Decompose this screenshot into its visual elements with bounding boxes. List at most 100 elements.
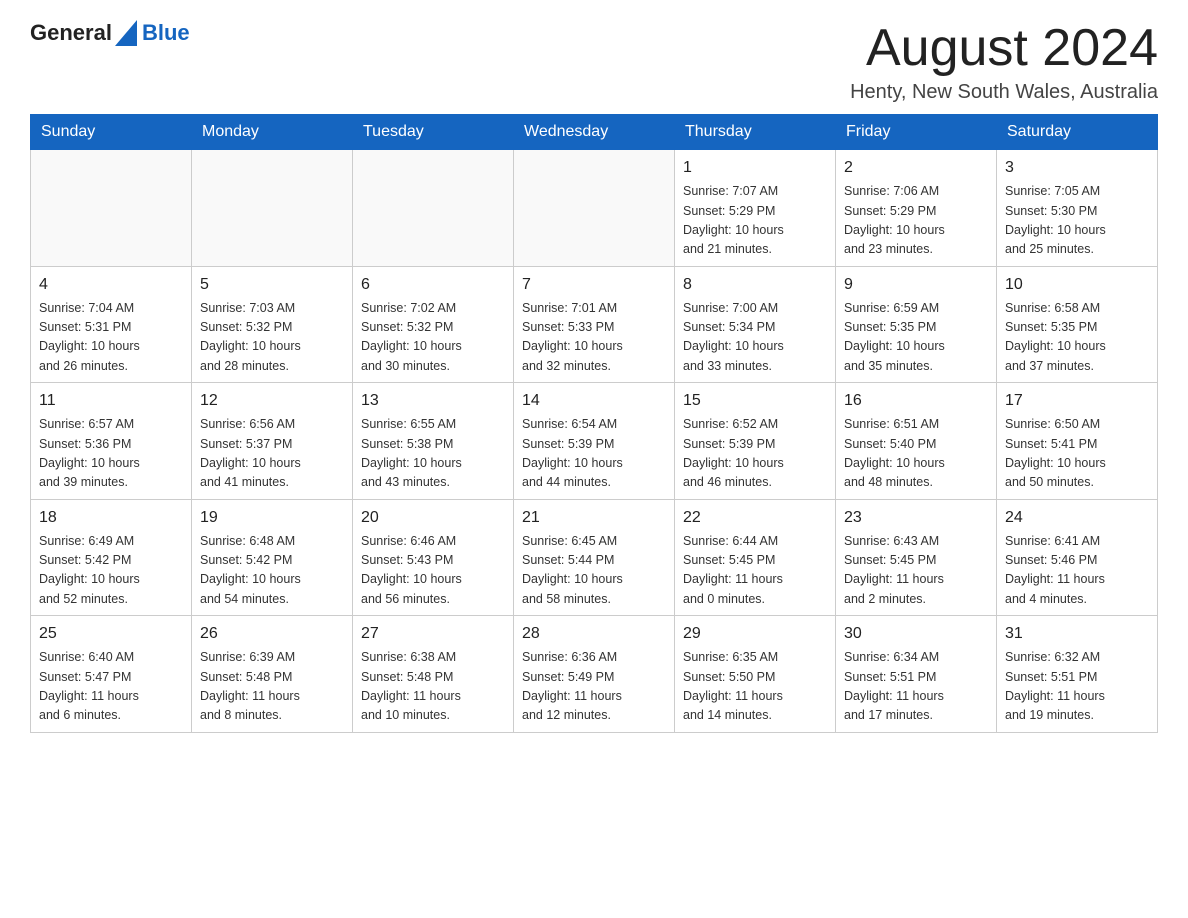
calendar-cell: 7Sunrise: 7:01 AMSunset: 5:33 PMDaylight…: [514, 266, 675, 383]
calendar-table: SundayMondayTuesdayWednesdayThursdayFrid…: [30, 114, 1158, 733]
day-number: 23: [844, 506, 988, 530]
calendar-cell: [514, 150, 675, 267]
title-block: August 2024 Henty, New South Wales, Aust…: [850, 20, 1158, 104]
calendar-cell: 30Sunrise: 6:34 AMSunset: 5:51 PMDayligh…: [836, 616, 997, 733]
calendar-cell: 8Sunrise: 7:00 AMSunset: 5:34 PMDaylight…: [675, 266, 836, 383]
calendar-cell: 24Sunrise: 6:41 AMSunset: 5:46 PMDayligh…: [997, 499, 1158, 616]
calendar-cell: 9Sunrise: 6:59 AMSunset: 5:35 PMDaylight…: [836, 266, 997, 383]
day-info: Sunrise: 7:04 AMSunset: 5:31 PMDaylight:…: [39, 299, 183, 377]
calendar-cell: 16Sunrise: 6:51 AMSunset: 5:40 PMDayligh…: [836, 383, 997, 500]
calendar-cell: 22Sunrise: 6:44 AMSunset: 5:45 PMDayligh…: [675, 499, 836, 616]
weekday-header-monday: Monday: [192, 115, 353, 150]
day-number: 15: [683, 389, 827, 413]
page-header: General Blue August 2024 Henty, New Sout…: [30, 20, 1158, 104]
day-info: Sunrise: 6:54 AMSunset: 5:39 PMDaylight:…: [522, 415, 666, 493]
calendar-cell: [192, 150, 353, 267]
day-info: Sunrise: 6:36 AMSunset: 5:49 PMDaylight:…: [522, 648, 666, 726]
calendar-week-row: 4Sunrise: 7:04 AMSunset: 5:31 PMDaylight…: [31, 266, 1158, 383]
day-number: 22: [683, 506, 827, 530]
day-number: 17: [1005, 389, 1149, 413]
day-info: Sunrise: 6:50 AMSunset: 5:41 PMDaylight:…: [1005, 415, 1149, 493]
day-info: Sunrise: 7:07 AMSunset: 5:29 PMDaylight:…: [683, 182, 827, 260]
logo-blue: Blue: [142, 22, 190, 44]
month-title: August 2024: [850, 20, 1158, 77]
day-number: 29: [683, 622, 827, 646]
day-info: Sunrise: 6:32 AMSunset: 5:51 PMDaylight:…: [1005, 648, 1149, 726]
calendar-cell: 4Sunrise: 7:04 AMSunset: 5:31 PMDaylight…: [31, 266, 192, 383]
day-number: 16: [844, 389, 988, 413]
calendar-cell: 19Sunrise: 6:48 AMSunset: 5:42 PMDayligh…: [192, 499, 353, 616]
day-info: Sunrise: 6:40 AMSunset: 5:47 PMDaylight:…: [39, 648, 183, 726]
day-number: 3: [1005, 156, 1149, 180]
day-number: 1: [683, 156, 827, 180]
day-info: Sunrise: 7:05 AMSunset: 5:30 PMDaylight:…: [1005, 182, 1149, 260]
day-number: 26: [200, 622, 344, 646]
day-info: Sunrise: 6:43 AMSunset: 5:45 PMDaylight:…: [844, 532, 988, 610]
day-info: Sunrise: 6:57 AMSunset: 5:36 PMDaylight:…: [39, 415, 183, 493]
day-number: 10: [1005, 273, 1149, 297]
calendar-cell: 14Sunrise: 6:54 AMSunset: 5:39 PMDayligh…: [514, 383, 675, 500]
weekday-header-wednesday: Wednesday: [514, 115, 675, 150]
logo: General Blue: [30, 20, 190, 46]
day-number: 11: [39, 389, 183, 413]
calendar-week-row: 25Sunrise: 6:40 AMSunset: 5:47 PMDayligh…: [31, 616, 1158, 733]
day-info: Sunrise: 6:35 AMSunset: 5:50 PMDaylight:…: [683, 648, 827, 726]
weekday-header-friday: Friday: [836, 115, 997, 150]
calendar-cell: 29Sunrise: 6:35 AMSunset: 5:50 PMDayligh…: [675, 616, 836, 733]
day-number: 4: [39, 273, 183, 297]
day-info: Sunrise: 6:58 AMSunset: 5:35 PMDaylight:…: [1005, 299, 1149, 377]
day-info: Sunrise: 7:06 AMSunset: 5:29 PMDaylight:…: [844, 182, 988, 260]
day-info: Sunrise: 6:51 AMSunset: 5:40 PMDaylight:…: [844, 415, 988, 493]
calendar-cell: 27Sunrise: 6:38 AMSunset: 5:48 PMDayligh…: [353, 616, 514, 733]
day-number: 24: [1005, 506, 1149, 530]
day-number: 9: [844, 273, 988, 297]
day-number: 18: [39, 506, 183, 530]
weekday-header-row: SundayMondayTuesdayWednesdayThursdayFrid…: [31, 115, 1158, 150]
day-info: Sunrise: 7:00 AMSunset: 5:34 PMDaylight:…: [683, 299, 827, 377]
calendar-cell: 6Sunrise: 7:02 AMSunset: 5:32 PMDaylight…: [353, 266, 514, 383]
day-info: Sunrise: 6:52 AMSunset: 5:39 PMDaylight:…: [683, 415, 827, 493]
calendar-cell: 31Sunrise: 6:32 AMSunset: 5:51 PMDayligh…: [997, 616, 1158, 733]
calendar-cell: [353, 150, 514, 267]
calendar-cell: 17Sunrise: 6:50 AMSunset: 5:41 PMDayligh…: [997, 383, 1158, 500]
calendar-cell: 26Sunrise: 6:39 AMSunset: 5:48 PMDayligh…: [192, 616, 353, 733]
day-number: 8: [683, 273, 827, 297]
day-number: 20: [361, 506, 505, 530]
day-number: 2: [844, 156, 988, 180]
day-info: Sunrise: 6:34 AMSunset: 5:51 PMDaylight:…: [844, 648, 988, 726]
day-number: 27: [361, 622, 505, 646]
calendar-cell: 23Sunrise: 6:43 AMSunset: 5:45 PMDayligh…: [836, 499, 997, 616]
day-number: 12: [200, 389, 344, 413]
calendar-week-row: 18Sunrise: 6:49 AMSunset: 5:42 PMDayligh…: [31, 499, 1158, 616]
day-number: 31: [1005, 622, 1149, 646]
day-number: 19: [200, 506, 344, 530]
day-info: Sunrise: 6:59 AMSunset: 5:35 PMDaylight:…: [844, 299, 988, 377]
day-info: Sunrise: 7:02 AMSunset: 5:32 PMDaylight:…: [361, 299, 505, 377]
weekday-header-saturday: Saturday: [997, 115, 1158, 150]
calendar-cell: 12Sunrise: 6:56 AMSunset: 5:37 PMDayligh…: [192, 383, 353, 500]
day-info: Sunrise: 7:03 AMSunset: 5:32 PMDaylight:…: [200, 299, 344, 377]
calendar-cell: 2Sunrise: 7:06 AMSunset: 5:29 PMDaylight…: [836, 150, 997, 267]
weekday-header-sunday: Sunday: [31, 115, 192, 150]
day-number: 21: [522, 506, 666, 530]
calendar-cell: 3Sunrise: 7:05 AMSunset: 5:30 PMDaylight…: [997, 150, 1158, 267]
day-info: Sunrise: 7:01 AMSunset: 5:33 PMDaylight:…: [522, 299, 666, 377]
day-number: 5: [200, 273, 344, 297]
day-info: Sunrise: 6:45 AMSunset: 5:44 PMDaylight:…: [522, 532, 666, 610]
day-info: Sunrise: 6:44 AMSunset: 5:45 PMDaylight:…: [683, 532, 827, 610]
calendar-cell: 21Sunrise: 6:45 AMSunset: 5:44 PMDayligh…: [514, 499, 675, 616]
day-info: Sunrise: 6:38 AMSunset: 5:48 PMDaylight:…: [361, 648, 505, 726]
calendar-cell: 20Sunrise: 6:46 AMSunset: 5:43 PMDayligh…: [353, 499, 514, 616]
location-title: Henty, New South Wales, Australia: [850, 81, 1158, 104]
day-number: 14: [522, 389, 666, 413]
day-number: 7: [522, 273, 666, 297]
day-number: 6: [361, 273, 505, 297]
calendar-cell: 15Sunrise: 6:52 AMSunset: 5:39 PMDayligh…: [675, 383, 836, 500]
calendar-cell: 13Sunrise: 6:55 AMSunset: 5:38 PMDayligh…: [353, 383, 514, 500]
calendar-cell: [31, 150, 192, 267]
calendar-cell: 10Sunrise: 6:58 AMSunset: 5:35 PMDayligh…: [997, 266, 1158, 383]
day-info: Sunrise: 6:55 AMSunset: 5:38 PMDaylight:…: [361, 415, 505, 493]
calendar-cell: 18Sunrise: 6:49 AMSunset: 5:42 PMDayligh…: [31, 499, 192, 616]
logo-general: General: [30, 22, 112, 44]
calendar-cell: 25Sunrise: 6:40 AMSunset: 5:47 PMDayligh…: [31, 616, 192, 733]
